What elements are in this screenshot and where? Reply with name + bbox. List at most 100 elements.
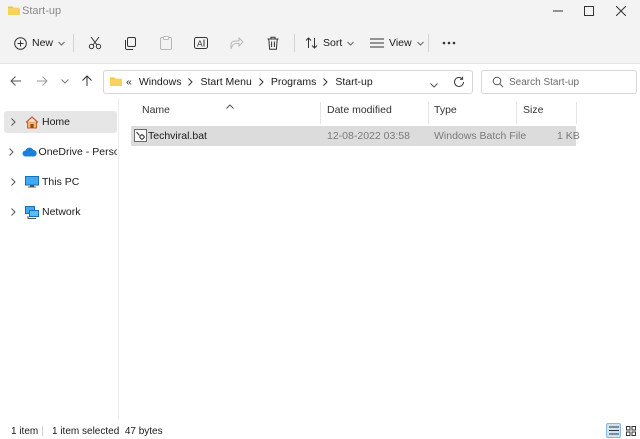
copy-button[interactable] — [121, 31, 139, 55]
chevron-down-icon — [430, 83, 438, 88]
up-button[interactable] — [79, 73, 95, 89]
refresh-icon — [454, 76, 464, 87]
sidebar-item-network[interactable]: Network — [4, 201, 117, 223]
sidebar-item-label: Network — [42, 206, 81, 218]
file-row[interactable]: Techviral.bat 12-08-2022 03:58 Windows B… — [131, 126, 580, 146]
navigation-pane: Home OneDrive - Personal This PC Network — [0, 98, 119, 419]
sidebar-item-this-pc[interactable]: This PC — [4, 171, 117, 193]
home-icon — [24, 115, 40, 129]
sidebar-item-onedrive[interactable]: OneDrive - Personal — [4, 141, 117, 163]
arrow-up-icon — [82, 75, 92, 86]
details-view-button[interactable] — [606, 423, 621, 438]
paste-button[interactable] — [157, 31, 175, 55]
breadcrumb: « Windows Start Menu Programs Start-up — [126, 76, 373, 88]
search-input[interactable] — [509, 75, 629, 89]
file-date-modified: 12-08-2022 03:58 — [327, 130, 410, 142]
window-title: Start-up — [22, 5, 62, 17]
status-bar: 1 item 1 item selected 47 bytes — [0, 421, 640, 439]
column-header-type[interactable]: Type — [434, 104, 457, 122]
breadcrumb-overflow[interactable]: « — [126, 76, 132, 88]
chevron-down-icon — [416, 41, 424, 46]
recent-locations-button[interactable] — [57, 73, 73, 89]
column-header-name[interactable]: Name — [142, 104, 170, 122]
sort-ascending-indicator — [226, 100, 234, 112]
chevron-up-icon — [226, 104, 234, 109]
address-history-button[interactable] — [430, 79, 438, 91]
chevron-right-icon[interactable] — [6, 178, 20, 186]
chevron-right-icon[interactable] — [323, 78, 329, 86]
trash-icon — [267, 36, 279, 50]
copy-icon — [124, 36, 136, 50]
folder-icon — [8, 5, 20, 18]
chevron-right-icon[interactable] — [6, 118, 20, 126]
sort-button[interactable]: Sort — [305, 31, 355, 55]
chevron-right-icon[interactable] — [6, 148, 18, 156]
view-button[interactable]: View — [370, 31, 424, 55]
cut-button[interactable] — [86, 31, 104, 55]
column-divider[interactable] — [576, 102, 577, 124]
breadcrumb-windows[interactable]: Windows — [139, 76, 182, 88]
search-box[interactable] — [481, 70, 637, 94]
chevron-right-icon[interactable] — [6, 208, 20, 216]
selection-info: 1 item selected 47 bytes — [52, 426, 163, 437]
share-button[interactable] — [228, 31, 246, 55]
sidebar-item-home[interactable]: Home — [4, 111, 117, 133]
file-type: Windows Batch File — [434, 130, 527, 142]
column-divider[interactable] — [320, 102, 321, 124]
close-icon — [616, 6, 626, 16]
delete-button[interactable] — [264, 31, 282, 55]
share-icon — [230, 36, 244, 49]
tiles-view-button[interactable] — [623, 423, 638, 438]
rename-button[interactable]: A — [192, 31, 210, 55]
sort-icon — [305, 37, 318, 49]
maximize-icon — [584, 6, 594, 16]
onedrive-icon — [22, 147, 37, 157]
chevron-down-icon — [61, 78, 69, 84]
more-options-button[interactable] — [439, 31, 459, 55]
rename-icon: A — [194, 37, 208, 49]
title-bar: Start-up — [0, 0, 640, 22]
network-icon — [24, 205, 40, 219]
view-label: View — [389, 37, 412, 49]
toolbar-divider — [73, 34, 74, 52]
chevron-down-icon — [347, 41, 355, 46]
sidebar-item-label: OneDrive - Personal — [38, 146, 117, 158]
close-button[interactable] — [607, 2, 635, 20]
toolbar-divider — [428, 34, 429, 52]
new-button[interactable]: New — [14, 31, 65, 55]
this-pc-icon — [24, 176, 40, 188]
file-name: Techviral.bat — [148, 130, 207, 142]
breadcrumb-start-up[interactable]: Start-up — [335, 76, 372, 88]
forward-button[interactable] — [34, 73, 50, 89]
breadcrumb-programs[interactable]: Programs — [271, 76, 317, 88]
chevron-right-icon[interactable] — [258, 78, 264, 86]
column-header-date[interactable]: Date modified — [327, 104, 392, 122]
plus-circle-icon — [14, 36, 27, 50]
view-list-icon — [370, 38, 384, 48]
minimize-button[interactable] — [544, 2, 572, 20]
clipboard-icon — [160, 36, 172, 50]
chevron-right-icon[interactable] — [188, 78, 194, 86]
sidebar-item-label: Home — [42, 116, 71, 128]
arrow-right-icon — [37, 76, 48, 86]
sidebar-item-label: This PC — [42, 176, 80, 188]
address-bar[interactable]: « Windows Start Menu Programs Start-up — [103, 70, 473, 94]
folder-icon — [110, 76, 122, 89]
address-row: « Windows Start Menu Programs Start-up — [0, 64, 640, 98]
column-divider[interactable] — [516, 102, 517, 124]
batch-file-icon — [134, 129, 147, 145]
back-button[interactable] — [8, 73, 24, 89]
item-count: 1 item — [11, 426, 39, 437]
maximize-button[interactable] — [575, 2, 603, 20]
column-divider[interactable] — [428, 102, 429, 124]
arrow-left-icon — [10, 76, 21, 86]
breadcrumb-start-menu[interactable]: Start Menu — [200, 76, 251, 88]
refresh-button[interactable] — [453, 76, 465, 91]
scissors-icon — [88, 36, 102, 50]
file-size: 1 KB — [557, 130, 580, 142]
tiles-view-icon — [625, 425, 636, 436]
column-header-size[interactable]: Size — [523, 104, 543, 122]
new-label: New — [32, 37, 54, 49]
toolbar-divider — [294, 34, 295, 52]
search-icon — [492, 76, 504, 91]
